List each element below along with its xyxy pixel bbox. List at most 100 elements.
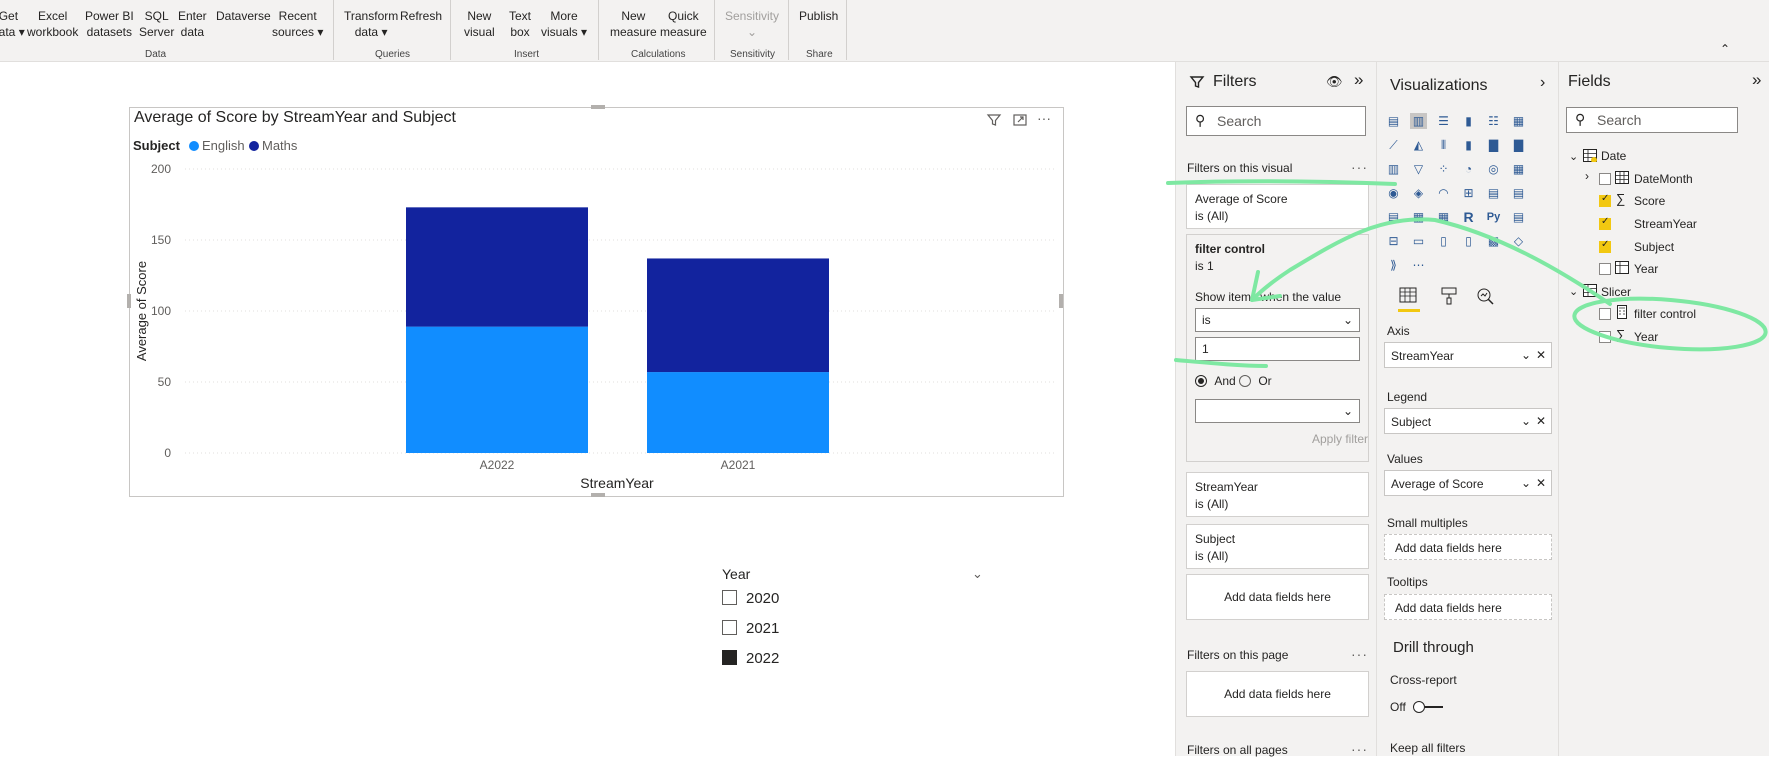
power-bi-datasets-button[interactable]: Power BI datasets (85, 8, 134, 40)
checkbox-score[interactable] (1599, 193, 1611, 207)
visual-type-icon[interactable]: ⟫ (1385, 257, 1402, 273)
new-measure-button[interactable]: New measure (610, 8, 657, 40)
text-box-button[interactable]: Text box (509, 8, 531, 40)
table-date[interactable]: Date (1601, 149, 1626, 163)
close-icon[interactable]: ✕ (1536, 414, 1546, 428)
filter-card-streamyear[interactable]: StreamYear is (All) (1186, 472, 1369, 517)
filters-search-input[interactable]: ⚲ Search (1186, 106, 1366, 136)
visual-type-icon[interactable]: ◠ (1435, 185, 1452, 201)
visual-type-icon[interactable]: ◎ (1485, 161, 1502, 177)
resize-handle-top[interactable] (591, 105, 605, 109)
operator-dropdown[interactable]: is ⌄ (1195, 308, 1360, 332)
visual-type-icon[interactable]: ◈ (1410, 185, 1427, 201)
refresh-button[interactable]: Refresh (400, 8, 442, 24)
visual-type-icon[interactable]: ⁘ (1435, 161, 1452, 177)
or-radio[interactable]: Or (1239, 373, 1272, 390)
filter-value-input[interactable]: 1 (1195, 337, 1360, 361)
chevron-up-icon[interactable]: ⌃ (1720, 42, 1730, 56)
dataverse-button[interactable]: Dataverse (216, 8, 271, 24)
resize-handle-right[interactable] (1059, 294, 1063, 308)
visual-type-icon[interactable]: ▤ (1485, 185, 1502, 201)
close-icon[interactable]: ✕ (1536, 476, 1546, 490)
excel-workbook-button[interactable]: Excel workbook (27, 8, 78, 40)
new-visual-button[interactable]: New visual (464, 8, 495, 40)
format-paintbrush-icon[interactable] (1440, 286, 1458, 311)
apply-filter-button[interactable]: Apply filter (1312, 431, 1368, 448)
resize-handle-left[interactable] (127, 294, 131, 308)
more-options-icon[interactable]: ··· (1351, 646, 1368, 662)
more-options-icon[interactable]: ··· (1351, 741, 1368, 757)
visual-type-icon[interactable]: ▇ (1485, 137, 1502, 153)
checkbox[interactable] (722, 620, 737, 635)
visual-type-icon[interactable]: ▦ (1435, 209, 1452, 225)
visual-type-icon[interactable]: ▤ (1510, 185, 1527, 201)
fields-search-input[interactable]: ⚲ Search (1566, 107, 1738, 133)
visual-type-icon[interactable]: ⋯ (1410, 257, 1427, 273)
sensitivity-button[interactable]: Sensitivity ⌄ (725, 8, 779, 40)
field-slicer-year[interactable]: Year (1634, 330, 1658, 344)
visual-type-icon[interactable]: ◉ (1385, 185, 1402, 201)
checkbox-filter-control[interactable] (1599, 308, 1611, 320)
add-page-filter-fields[interactable]: Add data fields here (1186, 671, 1369, 717)
visual-type-icon[interactable]: ▦ (1510, 113, 1527, 129)
transform-data-button[interactable]: Transform data ▾ (344, 8, 398, 40)
visual-type-icon[interactable]: ▦ (1510, 161, 1527, 177)
visual-type-icon[interactable]: ▤ (1385, 113, 1402, 129)
field-datemonth[interactable]: DateMonth (1634, 172, 1693, 186)
visual-type-icon[interactable]: ◇ (1510, 233, 1527, 249)
visual-type-icon[interactable]: ⊟ (1385, 233, 1402, 249)
visual-type-icon[interactable]: ▭ (1410, 233, 1427, 249)
field-subject[interactable]: Subject (1634, 240, 1674, 254)
visual-type-icon[interactable]: ▤ (1385, 209, 1402, 225)
field-filter-control[interactable]: filter control (1634, 307, 1696, 321)
quick-measure-button[interactable]: Quick measure (660, 8, 707, 40)
checkbox-subject[interactable] (1599, 239, 1611, 253)
chevron-right-icon[interactable]: › (1585, 169, 1589, 183)
analytics-magnifier-icon[interactable] (1475, 286, 1495, 311)
visual-type-icon[interactable]: ⊞ (1460, 185, 1477, 201)
year-slicer[interactable]: Year ⌄ 2020 2021 2022 (720, 560, 990, 670)
chevron-down-icon[interactable]: ⌄ (1521, 476, 1531, 490)
collapse-pane-icon[interactable]: » (1752, 70, 1761, 90)
visual-type-icon[interactable]: ▽ (1410, 161, 1427, 177)
small-multiples-well[interactable]: Add data fields here (1384, 534, 1552, 560)
chevron-down-icon[interactable]: ⌄ (1569, 285, 1578, 298)
more-options-icon[interactable]: ··· (1351, 159, 1368, 175)
checkbox-year[interactable] (1599, 263, 1611, 275)
chevron-down-icon[interactable]: ⌄ (1521, 414, 1531, 428)
visual-type-icon[interactable]: ◭ (1410, 137, 1427, 153)
visual-type-icon[interactable]: ▮ (1460, 137, 1477, 153)
visual-type-icon[interactable]: ▥ (1385, 161, 1402, 177)
checkbox-streamyear[interactable] (1599, 216, 1611, 230)
chevron-right-icon[interactable]: › (1540, 74, 1545, 92)
slicer-item-2020[interactable]: 2020 (722, 590, 779, 607)
second-condition-dropdown[interactable]: ⌄ (1195, 399, 1360, 423)
slicer-item-2021[interactable]: 2021 (722, 620, 779, 637)
checkbox[interactable] (722, 650, 737, 665)
filter-card-subject[interactable]: Subject is (All) (1186, 524, 1369, 569)
visual-type-icon[interactable]: Py (1485, 209, 1502, 225)
filter-card-filter-control[interactable]: filter control is 1 Show items when the … (1186, 234, 1369, 462)
sql-server-button[interactable]: SQL Server (139, 8, 174, 40)
visual-type-icon[interactable]: ◔ (1460, 161, 1477, 177)
visual-type-icon[interactable]: ▥ (1410, 113, 1427, 129)
tooltips-well[interactable]: Add data fields here (1384, 594, 1552, 620)
chevron-down-icon[interactable]: ⌄ (1521, 348, 1531, 362)
eye-icon[interactable]: 👁 (1326, 74, 1343, 90)
table-slicer[interactable]: Slicer (1601, 285, 1631, 299)
checkbox[interactable] (722, 590, 737, 605)
axis-field-well[interactable]: StreamYear ⌄ ✕ (1384, 342, 1552, 368)
visual-type-icon[interactable]: ▯ (1435, 233, 1452, 249)
visual-type-icon[interactable]: ▦ (1410, 209, 1427, 225)
field-score[interactable]: Score (1634, 194, 1665, 208)
stacked-column-chart-visual[interactable]: Average of Score by StreamYear and Subje… (127, 105, 1064, 497)
visual-type-icon[interactable]: ☰ (1435, 113, 1452, 129)
publish-button[interactable]: Publish (799, 8, 838, 24)
slicer-item-2022[interactable]: 2022 (722, 650, 779, 667)
and-radio[interactable]: And (1195, 373, 1236, 390)
cross-report-toggle[interactable]: Off (1390, 700, 1444, 714)
visual-type-icon[interactable]: ▇ (1510, 137, 1527, 153)
visual-type-icon[interactable]: ⟋ (1385, 137, 1402, 153)
field-year[interactable]: Year (1634, 262, 1658, 276)
checkbox-datemonth[interactable] (1599, 173, 1611, 185)
